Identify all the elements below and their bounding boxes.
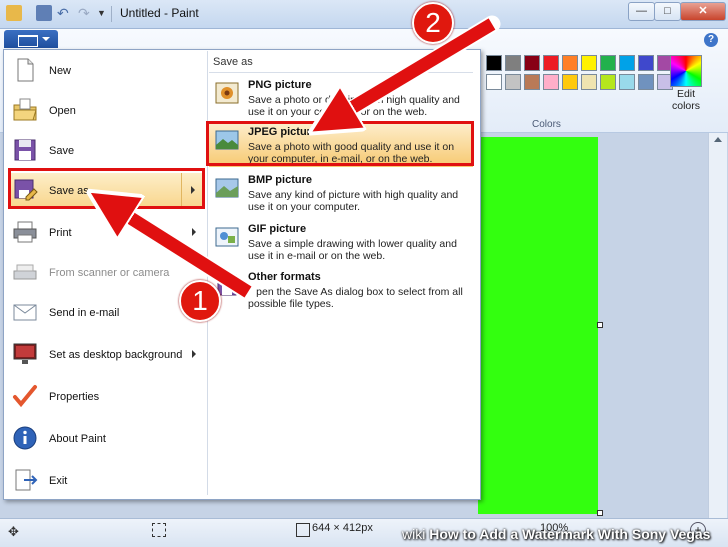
arrow-1 [118,210,252,298]
step-badge-1: 1 [179,280,221,322]
annotation-arrows [0,15,501,301]
step-badge-2: 2 [412,2,454,44]
watermark-text: How to Add a Watermark With Sony Vegas [429,526,711,542]
watermark: wiki How to Add a Watermark With Sony Ve… [402,526,710,542]
watermark-brand: wiki [402,526,426,542]
arrow-2 [340,18,496,115]
